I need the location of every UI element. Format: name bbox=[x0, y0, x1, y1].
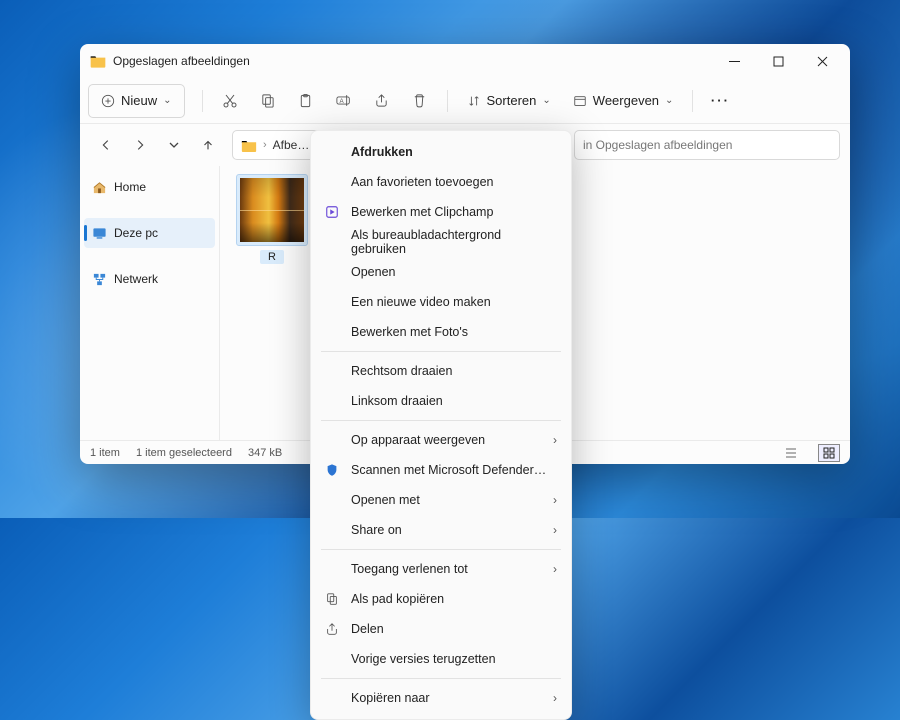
chevron-down-icon: ⌄ bbox=[163, 95, 171, 106]
submenu-chevron-icon: › bbox=[553, 691, 557, 705]
submenu-chevron-icon: › bbox=[553, 493, 557, 507]
recent-dropdown[interactable] bbox=[158, 129, 190, 161]
context-menu-item[interactable]: Bewerken met Clipchamp bbox=[311, 197, 571, 227]
new-button[interactable]: Nieuw ⌄ bbox=[88, 84, 185, 118]
maximize-button[interactable] bbox=[756, 46, 800, 76]
context-menu-item[interactable]: Openen bbox=[311, 257, 571, 287]
layout-icon bbox=[573, 94, 587, 108]
context-menu-item[interactable]: Toegang verlenen tot› bbox=[311, 554, 571, 584]
file-name[interactable]: R bbox=[260, 250, 284, 264]
trash-icon bbox=[412, 93, 427, 108]
status-item-count: 1 item bbox=[90, 447, 120, 459]
view-button[interactable]: Weergeven ⌄ bbox=[563, 84, 684, 118]
context-menu-separator bbox=[321, 678, 561, 679]
context-menu-item[interactable]: Delen bbox=[311, 614, 571, 644]
folder-icon bbox=[90, 54, 106, 68]
context-menu-item[interactable]: Bewerken met Foto's bbox=[311, 317, 571, 347]
clipchamp-icon bbox=[323, 203, 341, 221]
close-button[interactable] bbox=[800, 46, 844, 76]
context-menu-item[interactable]: Aan favorieten toevoegen bbox=[311, 167, 571, 197]
chevron-down-icon: ⌄ bbox=[665, 95, 673, 106]
context-menu-item[interactable]: Scannen met Microsoft Defender… bbox=[311, 455, 571, 485]
context-menu-item[interactable]: Als pad kopiëren bbox=[311, 584, 571, 614]
plus-circle-icon bbox=[101, 94, 115, 108]
paste-button[interactable] bbox=[288, 84, 324, 118]
thumbnails-view-button[interactable] bbox=[818, 444, 840, 462]
delete-button[interactable] bbox=[402, 84, 438, 118]
context-menu: AfdrukkenAan favorieten toevoegenBewerke… bbox=[310, 130, 572, 720]
context-menu-item[interactable]: Afdrukken bbox=[311, 137, 571, 167]
share-icon bbox=[374, 93, 389, 108]
share-icon bbox=[323, 620, 341, 638]
nav-item-thispc[interactable]: Deze pc bbox=[84, 218, 215, 248]
submenu-chevron-icon: › bbox=[553, 433, 557, 447]
chevron-down-icon: ⌄ bbox=[542, 95, 550, 106]
defender-icon bbox=[323, 461, 341, 479]
submenu-chevron-icon: › bbox=[553, 523, 557, 537]
status-selection: 1 item geselecteerd bbox=[136, 447, 232, 459]
paste-icon bbox=[298, 93, 313, 108]
forward-button[interactable] bbox=[124, 129, 156, 161]
up-button[interactable] bbox=[192, 129, 224, 161]
sort-icon bbox=[467, 94, 481, 108]
context-menu-item[interactable]: Rechtsom draaien bbox=[311, 356, 571, 386]
share-button[interactable] bbox=[364, 84, 400, 118]
back-button[interactable] bbox=[90, 129, 122, 161]
nav-pane: Home Deze pc Netwerk bbox=[80, 166, 220, 440]
cut-icon bbox=[222, 93, 238, 109]
context-menu-item[interactable]: Als bureaubladachtergrond gebruiken bbox=[311, 227, 571, 257]
nav-item-network[interactable]: Netwerk bbox=[84, 264, 215, 294]
context-menu-item[interactable]: Op apparaat weergeven› bbox=[311, 425, 571, 455]
cut-button[interactable] bbox=[212, 84, 248, 118]
titlebar[interactable]: Opgeslagen afbeeldingen bbox=[80, 44, 850, 78]
copy-icon bbox=[260, 93, 275, 108]
image-preview bbox=[240, 178, 304, 242]
status-size: 347 kB bbox=[248, 447, 282, 459]
sort-button[interactable]: Sorteren ⌄ bbox=[457, 84, 561, 118]
network-icon bbox=[92, 272, 107, 287]
file-thumbnail[interactable]: R bbox=[232, 174, 312, 265]
context-menu-item[interactable]: Kopiëren naar› bbox=[311, 683, 571, 713]
rename-button[interactable]: A bbox=[326, 84, 362, 118]
copy-button[interactable] bbox=[250, 84, 286, 118]
more-button[interactable]: ··· bbox=[702, 84, 738, 118]
details-view-button[interactable] bbox=[780, 444, 802, 462]
monitor-icon bbox=[92, 226, 107, 241]
window-title: Opgeslagen afbeeldingen bbox=[113, 54, 712, 68]
context-menu-item[interactable]: Openen met› bbox=[311, 485, 571, 515]
context-menu-item[interactable]: Share on› bbox=[311, 515, 571, 545]
copypath-icon bbox=[323, 590, 341, 608]
nav-item-home[interactable]: Home bbox=[84, 172, 215, 202]
search-input[interactable]: in Opgeslagen afbeeldingen bbox=[574, 130, 840, 160]
context-menu-separator bbox=[321, 351, 561, 352]
rename-icon: A bbox=[336, 93, 352, 108]
minimize-button[interactable] bbox=[712, 46, 756, 76]
context-menu-item[interactable]: Een nieuwe video maken bbox=[311, 287, 571, 317]
context-menu-item[interactable]: Linksom draaien bbox=[311, 386, 571, 416]
toolbar: Nieuw ⌄ A Sorteren ⌄ Weergeven ⌄ ··· bbox=[80, 78, 850, 124]
home-icon bbox=[92, 180, 107, 195]
context-menu-separator bbox=[321, 420, 561, 421]
submenu-chevron-icon: › bbox=[553, 562, 557, 576]
folder-icon bbox=[241, 139, 257, 152]
context-menu-separator bbox=[321, 549, 561, 550]
context-menu-item[interactable]: Vorige versies terugzetten bbox=[311, 644, 571, 674]
